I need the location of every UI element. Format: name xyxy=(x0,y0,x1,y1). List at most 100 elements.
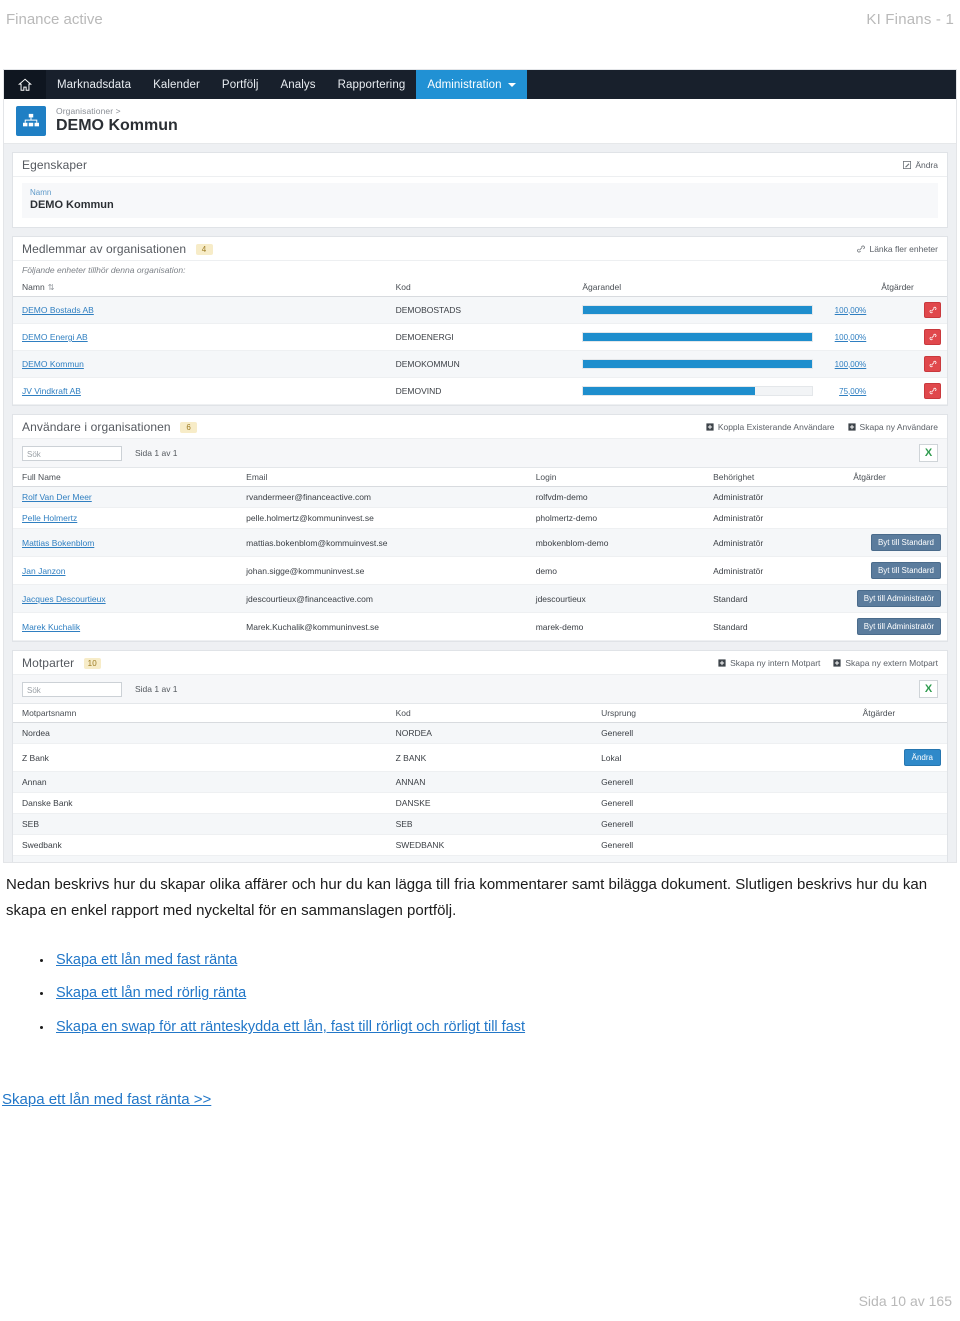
nav-label: Rapportering xyxy=(337,78,406,91)
member-name-link[interactable]: DEMO Bostads AB xyxy=(22,305,94,315)
bullet-link-fixed-rate-loan[interactable]: Skapa ett lån med fast ränta xyxy=(56,952,237,968)
export-excel-button[interactable]: X xyxy=(919,444,938,462)
unlink-unit-button[interactable] xyxy=(924,383,941,399)
user-name-link[interactable]: Pelle Holmertz xyxy=(22,513,77,523)
bullet-link-swap[interactable]: Skapa en swap för att ränteskydda ett lå… xyxy=(56,1019,525,1035)
user-email: johan.sigge@kommuninvest.se xyxy=(237,556,527,585)
cp-ursprung: Generell xyxy=(592,722,854,744)
nav-label: Portfölj xyxy=(221,78,259,91)
home-icon[interactable] xyxy=(4,70,46,99)
users-title-text: Användare i organisationen xyxy=(22,420,171,434)
unlink-icon xyxy=(929,333,936,341)
users-panel: Användare i organisationen 6 Koppla Exis… xyxy=(12,414,948,642)
ownership-meter: 100,00% xyxy=(582,332,866,342)
member-name-link[interactable]: JV Vindkraft AB xyxy=(22,386,81,396)
nav-item-portfolj[interactable]: Portfölj xyxy=(211,70,270,99)
cp-namn: Z Bank xyxy=(13,743,387,772)
change-role-button[interactable]: Byt till Administratör xyxy=(856,590,941,607)
table-row: JV Vindkraft AB DEMOVIND 75,00% xyxy=(13,377,947,405)
cp-namn: Danske Bank xyxy=(13,792,387,814)
user-login: mbokenblom-demo xyxy=(526,528,705,557)
table-row: Sparbank - lokal SWEDBANK_LOKAL Generell xyxy=(13,855,947,862)
nav-label: Administration xyxy=(427,78,502,91)
cp-ursprung: Generell xyxy=(592,792,854,814)
edit-counterparty-button[interactable]: Ändra xyxy=(903,749,941,766)
users-col-login: Login xyxy=(526,468,705,487)
cp-kod: SEB xyxy=(386,813,593,835)
cp-ursprung: Generell xyxy=(592,834,854,856)
counterparties-panel: Motparter 10 Skapa ny intern Motpart Ska… xyxy=(12,650,948,862)
user-action-cell xyxy=(844,486,947,508)
create-internal-counterparty-button[interactable]: Skapa ny intern Motpart xyxy=(718,658,820,668)
edit-properties-label: Ändra xyxy=(915,160,938,170)
counterparties-count-badge: 10 xyxy=(83,658,101,670)
unlink-icon xyxy=(929,306,936,314)
ownership-percent[interactable]: 75,00% xyxy=(820,387,866,396)
table-row: Marek Kuchalik Marek.Kuchalik@kommuninve… xyxy=(13,612,947,641)
members-table: Namn ⇅ Kod Ägarandel Åtgärder DEMO Bostad… xyxy=(13,278,947,405)
link-existing-user-button[interactable]: Koppla Existerande Användare xyxy=(706,422,835,432)
cp-col-namn: Motpartsnamn xyxy=(13,704,387,723)
create-user-button[interactable]: Skapa ny Användare xyxy=(847,422,938,432)
user-login: rolfvdm-demo xyxy=(526,486,705,508)
counterparties-table-header-row: Motpartsnamn Kod Ursprung Åtgärder xyxy=(13,704,947,723)
user-name-link[interactable]: Marek Kuchalik xyxy=(22,622,80,632)
ownership-meter: 75,00% xyxy=(582,386,866,396)
nav-item-kalender[interactable]: Kalender xyxy=(142,70,211,99)
ownership-percent[interactable]: 100,00% xyxy=(820,360,867,369)
ownership-bar xyxy=(582,332,814,342)
bullet-link-floating-rate-loan[interactable]: Skapa ett lån med rörlig ränta xyxy=(56,985,246,1001)
change-role-button[interactable]: Byt till Standard xyxy=(870,534,941,551)
counterparties-search-input[interactable]: Sök xyxy=(22,681,122,697)
change-role-button[interactable]: Byt till Administratör xyxy=(856,618,941,635)
cp-kod: ANNAN xyxy=(386,771,593,793)
ownership-fill xyxy=(583,387,756,395)
nav-item-analys[interactable]: Analys xyxy=(270,70,327,99)
create-external-counterparty-label: Skapa ny extern Motpart xyxy=(845,658,938,668)
users-page-info: Sida 1 av 1 xyxy=(135,448,178,458)
member-name-link[interactable]: DEMO Kommun xyxy=(22,359,84,369)
list-item: Skapa en swap för att ränteskydda ett lå… xyxy=(0,1017,960,1039)
next-section-link[interactable]: Skapa ett lån med fast ränta >> xyxy=(2,1091,211,1108)
document-footer: Sida 10 av 165 xyxy=(858,1293,952,1309)
chevron-down-icon xyxy=(507,82,516,87)
nav-label: Marknadsdata xyxy=(57,78,132,91)
table-row: Swedbank SWEDBANK Generell xyxy=(13,834,947,856)
user-name-link[interactable]: Mattias Bokenblom xyxy=(22,538,94,548)
document-running-header: Finance active KI Finans - 1 xyxy=(0,0,960,34)
table-row: SEB SEB Generell xyxy=(13,813,947,835)
user-action-cell xyxy=(844,507,947,529)
unlink-unit-button[interactable] xyxy=(924,302,941,318)
user-name-link[interactable]: Jan Janzon xyxy=(22,566,65,576)
sort-icon: ⇅ xyxy=(47,283,55,292)
ownership-meter: 100,00% xyxy=(582,305,866,315)
user-name-link[interactable]: Rolf Van Der Meer xyxy=(22,492,92,502)
user-name-link[interactable]: Jacques Descourtieux xyxy=(22,594,106,604)
property-name-row: Namn DEMO Kommun xyxy=(22,183,938,218)
ownership-percent[interactable]: 100,00% xyxy=(820,306,867,315)
nav-label: Kalender xyxy=(153,78,200,91)
link-existing-user-label: Koppla Existerande Användare xyxy=(717,422,835,432)
users-col-atgarder: Åtgärder xyxy=(844,468,947,487)
breadcrumb[interactable]: Organisationer > xyxy=(56,107,178,116)
users-search-input[interactable]: Sök xyxy=(22,445,122,461)
export-excel-button[interactable]: X xyxy=(919,680,938,698)
properties-panel-header: Egenskaper Ändra xyxy=(13,153,947,177)
member-name-link[interactable]: DEMO Energi AB xyxy=(22,332,88,342)
nav-item-rapportering[interactable]: Rapportering xyxy=(327,70,417,99)
unlink-unit-button[interactable] xyxy=(924,356,941,372)
change-role-button[interactable]: Byt till Standard xyxy=(870,562,941,579)
create-external-counterparty-button[interactable]: Skapa ny extern Motpart xyxy=(833,658,938,668)
plus-square-icon xyxy=(833,659,841,667)
unlink-unit-button[interactable] xyxy=(924,329,941,345)
cp-namn: Swedbank xyxy=(13,834,387,856)
edit-properties-button[interactable]: Ändra xyxy=(903,160,938,170)
user-role: Administratör xyxy=(704,507,845,529)
nav-item-marknadsdata[interactable]: Marknadsdata xyxy=(46,70,142,99)
link-more-units-button[interactable]: Länka fler enheter xyxy=(857,244,938,254)
members-col-namn[interactable]: Namn ⇅ xyxy=(13,278,387,297)
nav-item-administration[interactable]: Administration xyxy=(416,70,527,99)
main-navbar: Marknadsdata Kalender Portfölj Analys Ra… xyxy=(4,70,956,99)
ownership-percent[interactable]: 100,00% xyxy=(820,333,867,342)
user-role: Administratör xyxy=(704,556,845,585)
